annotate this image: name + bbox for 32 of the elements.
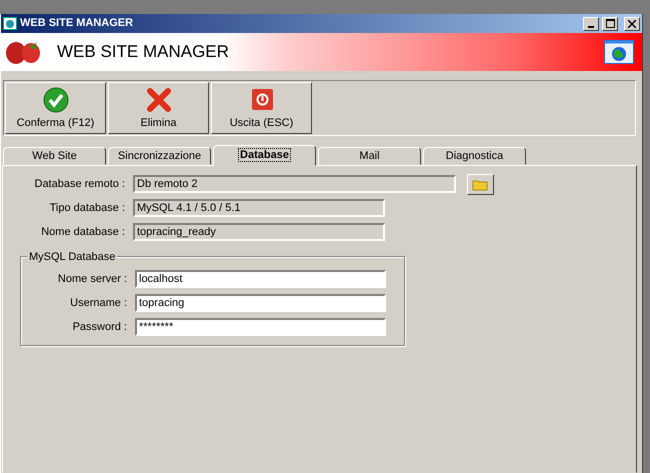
input-field[interactable]: localhost — [135, 270, 386, 288]
field-label: Nome database : — [40, 224, 125, 240]
toolbar-button[interactable]: Elimina — [108, 82, 209, 134]
header-title: WEB SITE MANAGER — [57, 41, 229, 64]
app-icon — [3, 17, 17, 30]
toolbar-button[interactable]: Conferma (F12) — [5, 82, 106, 134]
field-label: Database remoto : — [34, 176, 125, 192]
strawberry-icon — [5, 39, 43, 65]
check-icon — [42, 86, 68, 112]
globe-icon[interactable] — [604, 40, 634, 64]
folder-icon — [472, 178, 488, 190]
window-title: WEB SITE MANAGER — [20, 16, 134, 32]
group-title: MySQL Database — [27, 249, 118, 266]
toolbar-button[interactable]: Uscita (ESC) — [211, 82, 312, 134]
close-button[interactable] — [624, 16, 640, 30]
field-label: Nome server : — [56, 272, 127, 287]
tab[interactable]: Diagnostica — [423, 147, 526, 165]
field-label: Password : — [72, 320, 127, 335]
input-field[interactable]: topracing — [135, 294, 386, 312]
maximize-icon — [606, 19, 615, 28]
tab[interactable]: Web Site — [3, 147, 106, 165]
minimize-icon — [588, 26, 594, 28]
field-label: Username : — [69, 296, 127, 311]
cross-icon — [146, 86, 172, 112]
minimize-button[interactable] — [583, 16, 600, 30]
input-field[interactable]: ******** — [135, 318, 386, 336]
tab[interactable]: Mail — [318, 147, 421, 165]
tab[interactable]: Sincronizzazione — [108, 147, 211, 165]
tab[interactable]: Database — [213, 145, 316, 166]
close-icon — [628, 20, 636, 28]
field-label: Tipo database : — [48, 200, 125, 216]
maximize-button[interactable] — [602, 16, 618, 30]
